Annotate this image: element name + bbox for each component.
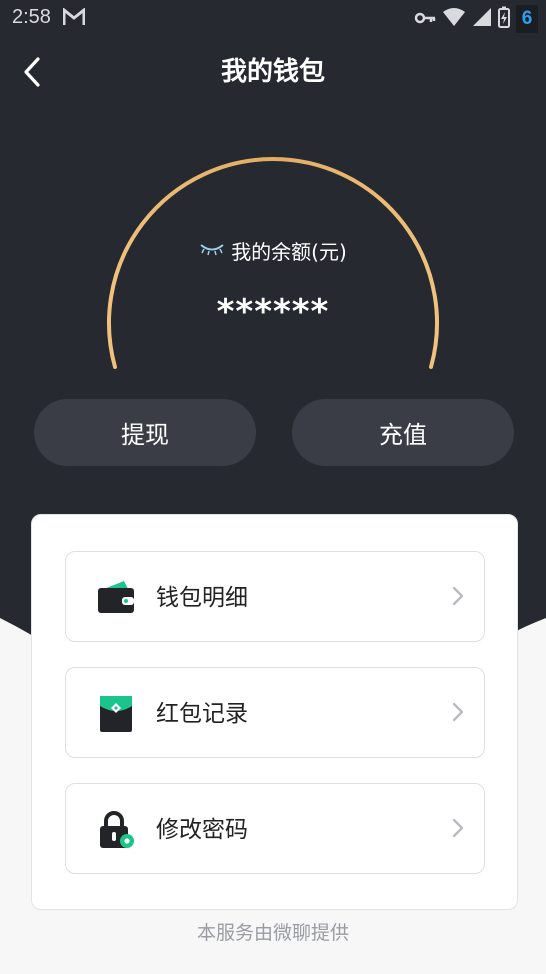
gmail-icon	[62, 6, 86, 30]
eye-closed-icon[interactable]	[199, 241, 225, 260]
balance-arc	[107, 157, 439, 369]
menu-item-label: 钱包明细	[156, 585, 248, 611]
lock-icon	[96, 810, 136, 850]
balance-value: ******	[216, 292, 330, 332]
status-icons: 6	[414, 5, 538, 33]
menu-item-label: 修改密码	[156, 817, 248, 843]
chevron-right-icon	[452, 702, 464, 726]
battery-icon	[498, 6, 510, 32]
wallet-menu-card: 钱包明细 红包记录 修改密码	[31, 514, 518, 910]
menu-item-red-packet-records[interactable]: 红包记录	[65, 667, 485, 758]
status-bar: 2:58 6	[0, 0, 546, 38]
service-provider-note: 本服务由微聊提供	[196, 922, 349, 944]
page-title: 我的钱包	[220, 57, 325, 87]
menu-item-label: 红包记录	[156, 701, 248, 727]
battery-level: 6	[516, 5, 538, 33]
recharge-button[interactable]: 充值	[292, 399, 514, 466]
wifi-icon	[442, 7, 466, 31]
wallet-icon	[96, 578, 136, 618]
chevron-right-icon	[452, 818, 464, 842]
status-time: 2:58	[12, 6, 51, 28]
vpn-key-icon	[414, 10, 436, 29]
balance-label: 我的余额(元)	[231, 240, 347, 264]
chevron-right-icon	[452, 586, 464, 610]
signal-icon	[472, 7, 492, 31]
balance-label-row: 我的余额(元)	[0, 236, 546, 265]
menu-item-change-password[interactable]: 修改密码	[65, 783, 485, 874]
withdraw-button[interactable]: 提现	[34, 399, 256, 466]
red-packet-icon	[96, 694, 136, 734]
menu-item-wallet-details[interactable]: 钱包明细	[65, 551, 485, 642]
